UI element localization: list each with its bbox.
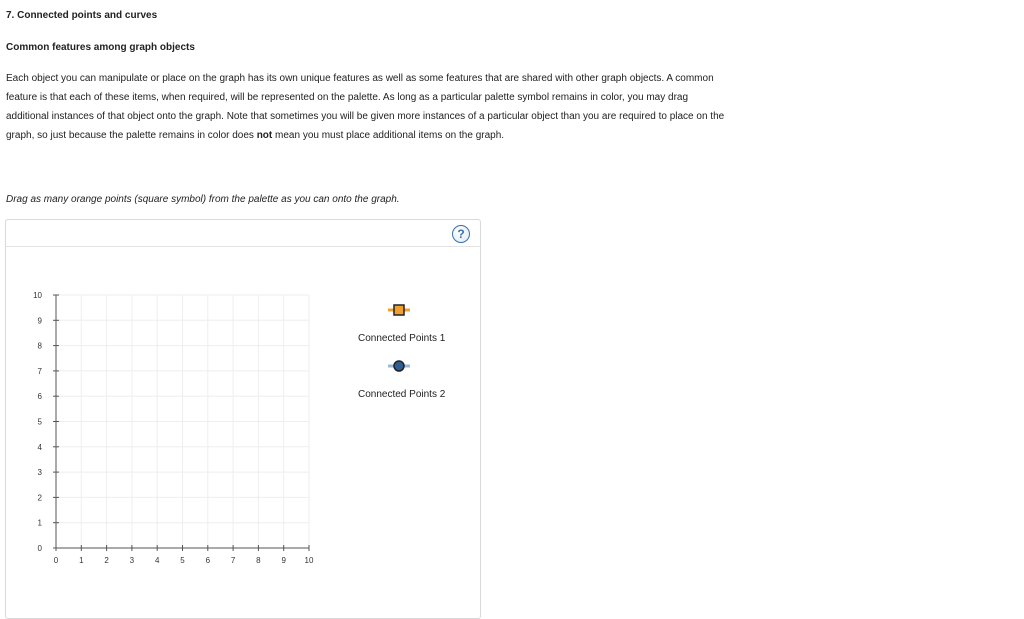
palette-circle-2 [393, 360, 405, 372]
y-tick-label: 7 [38, 367, 43, 376]
y-tick-label: 3 [38, 468, 43, 477]
palette-connected-points-2[interactable] [386, 357, 412, 375]
y-tick-label: 0 [38, 544, 43, 553]
x-tick-label: 6 [206, 556, 211, 565]
y-tick-label: 8 [38, 342, 43, 351]
x-tick-label: 7 [231, 556, 236, 565]
paragraph-bold-not: not [256, 130, 273, 141]
blue-circle-point-icon [388, 360, 410, 372]
x-tick-label: 5 [180, 556, 185, 565]
paragraph-text-2: mean you must place additional items on … [272, 130, 505, 141]
drag-instruction: Drag as many orange points (square symbo… [6, 194, 400, 205]
x-tick-label: 2 [104, 556, 109, 565]
y-tick-label: 5 [38, 418, 43, 427]
x-tick-label: 4 [155, 556, 160, 565]
orange-square-point-icon [388, 304, 410, 316]
y-tick-label: 10 [33, 291, 42, 300]
y-tick-label: 2 [38, 493, 43, 502]
palette-label-1: Connected Points 1 [358, 333, 446, 344]
graph-area[interactable]: 0 1 2 3 4 5 6 7 8 9 10 0 1 2 3 4 5 6 7 8 9 10 [6, 220, 482, 580]
x-tick-label: 3 [130, 556, 135, 565]
palette-connected-points-1[interactable] [386, 301, 412, 319]
x-tick-label: 0 [54, 556, 59, 565]
x-tick-label: 1 [79, 556, 84, 565]
palette-square-1 [393, 304, 405, 316]
y-tick-label: 1 [38, 519, 43, 528]
y-tick-label: 4 [38, 443, 43, 452]
y-tick-label: 6 [38, 392, 43, 401]
palette-label-2: Connected Points 2 [358, 389, 446, 400]
y-tick-label: 9 [38, 316, 43, 325]
x-tick-label: 10 [305, 556, 314, 565]
graph-panel: ? 0 1 2 3 4 5 6 7 8 9 10 0 1 2 3 4 5 6 7 8 9 10 Connected Poi… [5, 219, 481, 619]
x-tick-label: 8 [256, 556, 261, 565]
section-heading: Common features among graph objects [6, 42, 195, 53]
x-tick-label: 9 [281, 556, 286, 565]
instructions-paragraph: Each object you can manipulate or place … [6, 69, 726, 145]
question-title: 7. Connected points and curves [6, 10, 158, 21]
